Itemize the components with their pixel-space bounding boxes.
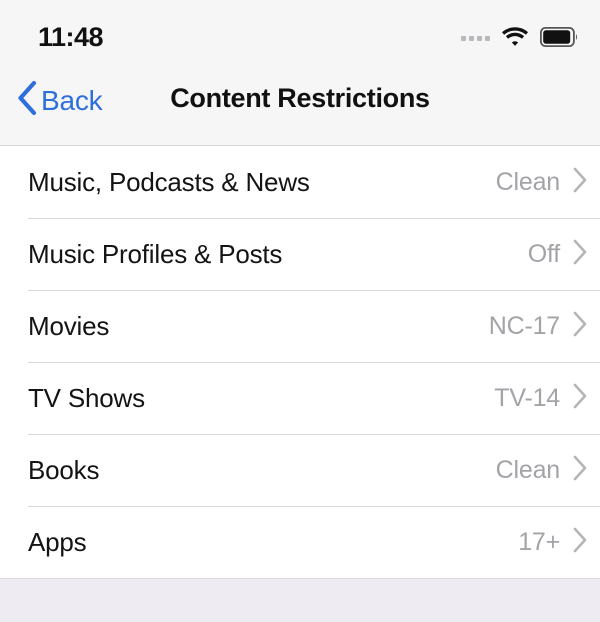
list-footer-area bbox=[0, 579, 600, 622]
list-item-label: Music Profiles & Posts bbox=[28, 238, 283, 269]
list-item-apps[interactable]: Apps 17+ bbox=[0, 506, 600, 578]
list-item-accessory: 17+ bbox=[518, 526, 600, 559]
list-item-music-podcasts-news[interactable]: Music, Podcasts & News Clean bbox=[0, 146, 600, 218]
chevron-right-icon bbox=[572, 382, 588, 415]
list-item-accessory: Clean bbox=[496, 454, 600, 487]
phone-screen: 11:48 Back Content Restrictions Music, P… bbox=[0, 0, 600, 622]
list-item-value: Off bbox=[527, 239, 560, 268]
list-item-label: Music, Podcasts & News bbox=[28, 166, 310, 197]
list-item-value: Clean bbox=[495, 167, 561, 196]
content-restrictions-list: Music, Podcasts & News Clean Music Profi… bbox=[0, 146, 600, 578]
list-item-value: NC-17 bbox=[488, 311, 560, 340]
list-item-label: Apps bbox=[28, 526, 87, 557]
page-title: Content Restrictions bbox=[170, 83, 430, 113]
list-item-value: TV-14 bbox=[494, 383, 560, 412]
list-item-accessory: Off bbox=[528, 238, 600, 271]
list-item-value: 17+ bbox=[518, 527, 560, 556]
list-item-music-profiles-posts[interactable]: Music Profiles & Posts Off bbox=[0, 218, 600, 290]
list-item-label: Movies bbox=[28, 310, 110, 341]
status-bar: 11:48 bbox=[0, 0, 600, 72]
status-bar-time: 11:48 bbox=[38, 22, 104, 52]
status-bar-indicators bbox=[461, 26, 578, 52]
chevron-right-icon bbox=[572, 454, 588, 487]
wifi-icon bbox=[501, 26, 529, 51]
list-item-accessory: TV-14 bbox=[494, 382, 600, 415]
screen-header: 11:48 Back Content Restrictions bbox=[0, 0, 600, 146]
chevron-right-icon bbox=[572, 166, 588, 199]
navigation-bar: Back Content Restrictions bbox=[0, 72, 600, 145]
chevron-right-icon bbox=[572, 310, 588, 343]
list-item-value: Clean bbox=[495, 455, 561, 484]
list-item-accessory: Clean bbox=[496, 166, 600, 199]
list-item-tv-shows[interactable]: TV Shows TV-14 bbox=[0, 362, 600, 434]
list-item-label: Books bbox=[28, 454, 100, 485]
signal-dots-icon bbox=[461, 35, 490, 41]
chevron-right-icon bbox=[572, 238, 588, 271]
list-item-movies[interactable]: Movies NC-17 bbox=[0, 290, 600, 362]
list-item-accessory: NC-17 bbox=[489, 310, 600, 343]
list-item-label: TV Shows bbox=[28, 382, 145, 413]
battery-full-icon bbox=[539, 26, 578, 52]
chevron-right-icon bbox=[572, 526, 588, 559]
list-item-books[interactable]: Books Clean bbox=[0, 434, 600, 506]
